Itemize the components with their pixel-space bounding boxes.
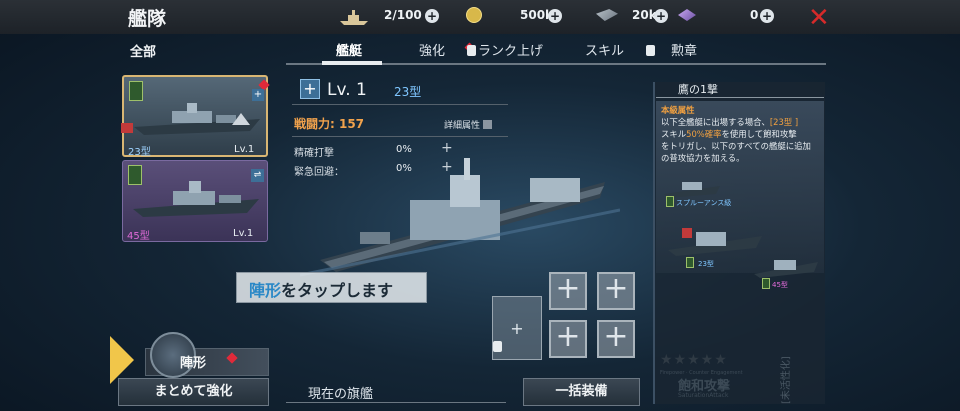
- skill-line4: の普攻協力を加える。: [661, 153, 745, 163]
- ship-level: Lv. 1: [327, 80, 367, 100]
- ship-card-45[interactable]: ⇌ 45型 Lv.1: [122, 160, 268, 242]
- skill-ship-3-image: [754, 260, 818, 278]
- stats-divider: [292, 104, 508, 105]
- skill-heading: 本級属性: [661, 105, 695, 115]
- detail-attributes-label: 詳細属性: [444, 121, 481, 131]
- faction-emblem-icon: [686, 257, 694, 268]
- tab-medal[interactable]: 勲章: [646, 40, 697, 59]
- skill-ship-2-image: [668, 228, 762, 256]
- equipment-slot-4[interactable]: +: [597, 320, 635, 358]
- equipment-slot-3[interactable]: +: [549, 320, 587, 358]
- lock-icon: [467, 45, 476, 56]
- ship-45-image: [133, 181, 259, 217]
- tab-enhance[interactable]: 強化: [419, 40, 445, 59]
- equip-all-button[interactable]: 一括装備: [523, 378, 640, 406]
- add-crystal-button[interactable]: +: [760, 9, 774, 23]
- detail-attributes-button[interactable]: 詳細属性: [444, 118, 492, 131]
- add-ship-button[interactable]: +: [425, 9, 439, 23]
- skill-line2a: スキル: [661, 129, 687, 139]
- lock-icon: [493, 341, 502, 352]
- expand-icon: [482, 120, 492, 129]
- equipment-slot-main[interactable]: +: [492, 296, 542, 360]
- skill-badge-subname: SaturationAttack: [678, 392, 729, 399]
- skill-line3: をトリガし、以下のすべての艦艇に追加: [661, 141, 811, 151]
- skill-rank-stars: ★★★★★: [660, 352, 728, 368]
- flagship-divider: [286, 402, 506, 403]
- skill-ship-2-label: 23型: [698, 260, 714, 268]
- formation-label[interactable]: 陣形: [180, 352, 206, 371]
- faction-emblem-icon: [762, 278, 770, 289]
- ship-card-23[interactable]: + 23型 Lv.1: [122, 75, 270, 158]
- skill-title-divider: [656, 97, 824, 98]
- bulk-enhance-button[interactable]: まとめて強化: [118, 378, 269, 406]
- steel-value: 20k: [632, 8, 657, 22]
- crystal-value: 0: [750, 8, 759, 22]
- tab-rank-up-label: ランク上げ: [478, 44, 544, 59]
- page-title: 艦隊: [128, 8, 167, 30]
- tab-active-indicator: [322, 61, 382, 65]
- skill-line2b: 50%確率: [686, 129, 722, 139]
- flagship-flag-icon: [121, 123, 133, 133]
- filter-all[interactable]: 全部: [130, 41, 156, 60]
- add-gold-button[interactable]: +: [548, 9, 562, 23]
- close-icon[interactable]: ✕: [808, 3, 830, 33]
- formation-arrow-icon: [110, 336, 134, 384]
- ship-type: 23型: [394, 85, 422, 99]
- skill-description: 本級属性 以下全艦艇に出場する場合、[23型 ] スキル50%確率を使用して飽和…: [661, 104, 825, 164]
- tab-rank-up[interactable]: ランク上げ: [467, 40, 543, 59]
- lock-icon: [646, 45, 655, 56]
- formation-hint: 陣形をタップします: [236, 272, 427, 303]
- skill-status: [未活性化]: [781, 356, 792, 404]
- skill-line1a: 以下全艦艇に出場する場合、: [661, 117, 770, 127]
- equipment-slot-1[interactable]: +: [549, 272, 587, 310]
- skill-ship-1-label: スプルーアンス級: [676, 199, 732, 207]
- tab-ships[interactable]: 艦艇: [336, 40, 362, 59]
- level-up-button[interactable]: +: [300, 79, 320, 99]
- tab-medal-label: 勲章: [671, 44, 698, 59]
- ship-level-label: Lv.1: [233, 228, 254, 239]
- faction-emblem-icon: [666, 196, 674, 207]
- hint-highlight: 陣形: [249, 281, 282, 300]
- ship-type-label: 23型: [128, 147, 151, 158]
- tab-skill[interactable]: スキル: [585, 40, 624, 59]
- skill-line1b: [23型 ]: [769, 117, 799, 127]
- main-ship-image: [300, 158, 620, 277]
- skill-ship-3-label: 45型: [772, 281, 788, 289]
- combat-power: 戦闘力: 157: [294, 117, 365, 131]
- skill-title: 鷹の1撃: [678, 83, 718, 96]
- ship-type-label: 45型: [127, 231, 150, 242]
- hint-text: をタップします: [281, 281, 394, 300]
- gold-coin-icon: [466, 7, 482, 23]
- add-steel-button[interactable]: +: [654, 9, 668, 23]
- ship-count-value: 2/100: [384, 8, 422, 22]
- ship-count-icon: [339, 6, 369, 30]
- ship-level-label: Lv.1: [234, 144, 255, 155]
- skill-line2c: を使用して飽和攻撃: [721, 129, 797, 139]
- equipment-slot-2[interactable]: +: [597, 272, 635, 310]
- stats-divider: [292, 136, 508, 137]
- current-flagship-label: 現在の旗艦: [308, 387, 374, 402]
